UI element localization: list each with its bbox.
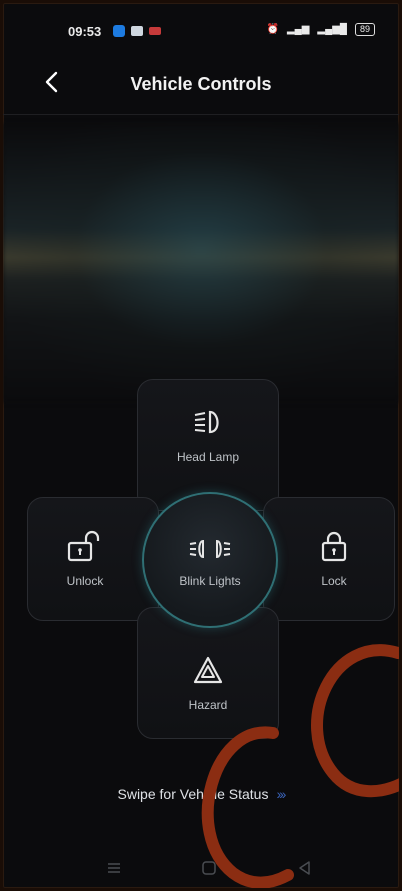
control-pad: Head Lamp Unlock Lock Hazard Blink Light… [27, 379, 395, 739]
unlock-button[interactable]: Unlock [27, 497, 159, 621]
signal-icon: ▂▄▆█ [317, 24, 347, 35]
hazard-label: Hazard [188, 698, 228, 712]
blink-lights-label: Blink Lights [179, 574, 241, 588]
unlock-icon [67, 530, 100, 562]
app-notification-icon [149, 27, 161, 35]
blink-lights-button[interactable]: Blink Lights [142, 492, 278, 628]
lock-icon [321, 531, 347, 562]
app-notification-icon [113, 25, 125, 37]
unlock-label: Unlock [66, 574, 104, 588]
alarm-icon: ⏰ [266, 24, 279, 35]
status-bar: 09:53 ⏰ ▂▄▆ ▂▄▆█ 89 [3, 3, 399, 43]
chevron-right-icon: ››› [276, 786, 286, 802]
head-lamp-icon [194, 410, 219, 434]
back-icon[interactable] [297, 860, 313, 876]
swipe-vehicle-status[interactable]: Swipe for Vehicle Status ››› [3, 786, 399, 802]
signal-icon: ▂▄▆ [286, 24, 310, 35]
menu-icon[interactable] [107, 861, 121, 875]
blink-lights-icon [189, 539, 231, 559]
head-lamp-label: Head Lamp [176, 450, 240, 464]
vehicle-background-image [3, 123, 399, 403]
app-notification-icon [131, 26, 143, 36]
hazard-triangle-icon [193, 656, 223, 684]
top-bar: Vehicle Controls [3, 58, 399, 115]
status-time: 09:53 [68, 24, 102, 39]
system-nav-bar [3, 857, 399, 881]
phone-screen: 09:53 ⏰ ▂▄▆ ▂▄▆█ 89 Vehicle Controls Hea… [3, 3, 399, 888]
status-right-icons: ⏰ ▂▄▆ ▂▄▆█ 89 [266, 23, 375, 36]
swipe-label: Swipe for Vehicle Status [117, 786, 269, 802]
lock-label: Lock [321, 574, 347, 588]
page-title: Vehicle Controls [130, 74, 272, 94]
battery-indicator: 89 [354, 23, 375, 36]
lock-button[interactable]: Lock [263, 497, 395, 621]
home-icon[interactable] [201, 860, 217, 876]
